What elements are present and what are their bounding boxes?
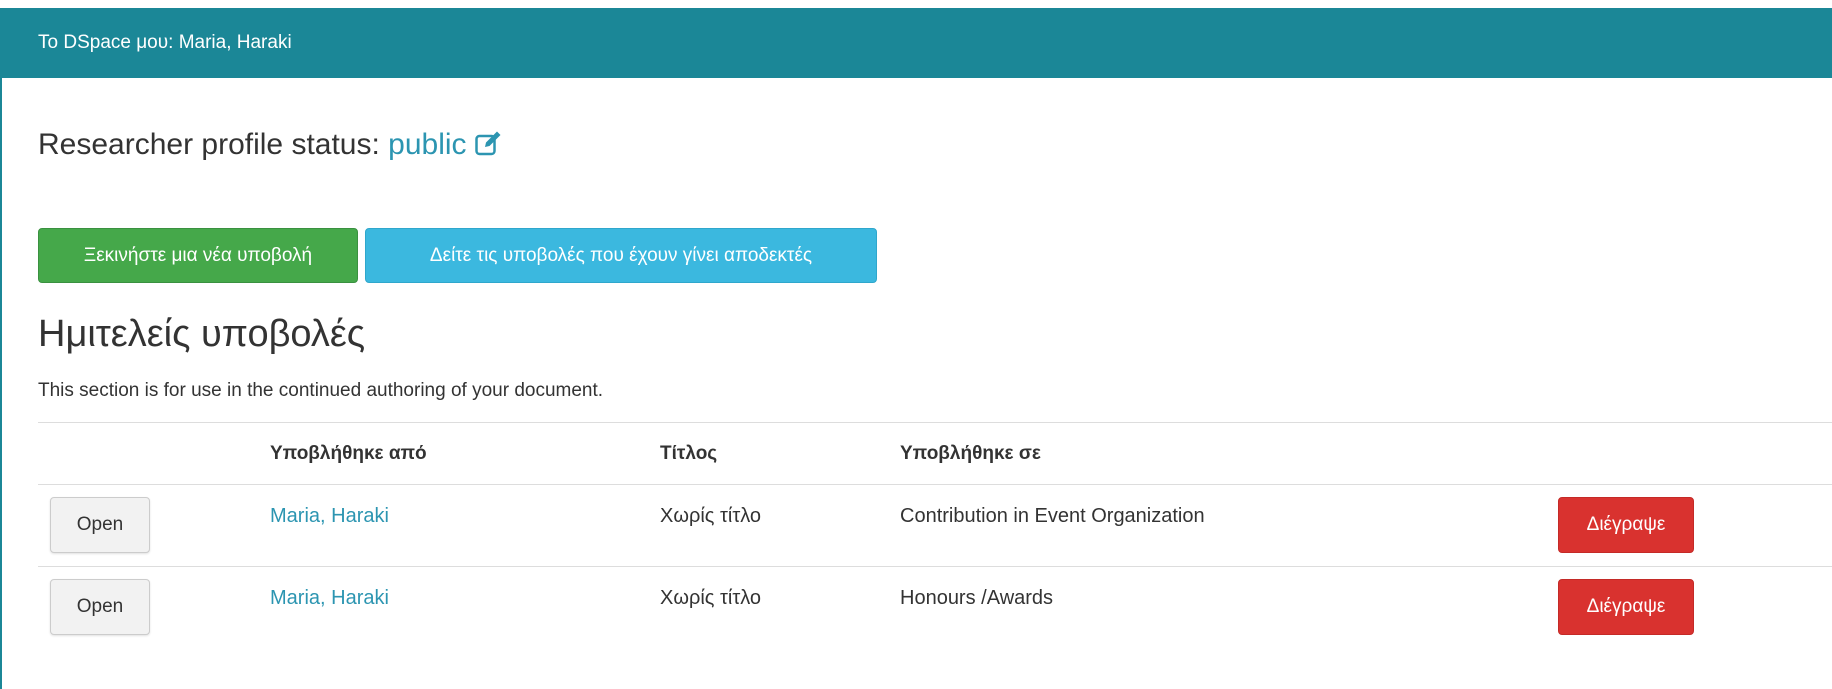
view-accepted-submissions-button[interactable]: Δείτε τις υποβολές που έχουν γίνει αποδε… bbox=[365, 228, 877, 283]
panel-heading: Το DSpace μου: Maria, Haraki bbox=[2, 8, 1832, 78]
delete-button[interactable]: Διέγραψε bbox=[1558, 579, 1694, 635]
open-button[interactable]: Open bbox=[50, 497, 150, 553]
item-title: Χωρίς τίτλο bbox=[660, 505, 762, 527]
start-new-submission-label: Ξεκινήστε μια νέα υποβολή bbox=[83, 244, 313, 266]
start-new-submission-button[interactable]: Ξεκινήστε μια νέα υποβολή bbox=[38, 228, 358, 283]
open-label: Open bbox=[76, 596, 124, 617]
open-button[interactable]: Open bbox=[50, 579, 150, 635]
profile-status-label: Researcher profile status: bbox=[38, 128, 380, 161]
header-submitted-by: Υποβλήθηκε από bbox=[270, 443, 427, 464]
table-row: Open Maria, Haraki Χωρίς τίτλο Contribut… bbox=[38, 484, 1832, 567]
panel-title: Το DSpace μου: Maria, Haraki bbox=[38, 32, 292, 53]
header-submitted-to: Υποβλήθηκε σε bbox=[900, 443, 1041, 464]
profile-status-value: public bbox=[388, 128, 467, 161]
open-label: Open bbox=[76, 514, 124, 535]
view-accepted-submissions-label: Δείτε τις υποβολές που έχουν γίνει αποδε… bbox=[429, 244, 813, 266]
delete-label: Διέγραψε bbox=[1586, 514, 1666, 535]
submitter-link[interactable]: Maria, Haraki bbox=[270, 587, 389, 610]
delete-label: Διέγραψε bbox=[1586, 596, 1666, 617]
header-title: Τίτλος bbox=[660, 443, 718, 464]
profile-status-link[interactable]: public bbox=[388, 128, 502, 161]
collection-name: Honours /Awards bbox=[900, 587, 1054, 609]
section-title: Ημιτελείς υποβολές bbox=[38, 313, 366, 355]
profile-status: Researcher profile status: public bbox=[38, 128, 503, 164]
table-row: Open Maria, Haraki Χωρίς τίτλο Honours /… bbox=[38, 566, 1832, 649]
mydspace-panel: Το DSpace μου: Maria, Haraki Researcher … bbox=[0, 8, 1832, 689]
section-description: This section is for use in the continued… bbox=[38, 380, 604, 401]
edit-icon bbox=[474, 130, 503, 164]
item-title: Χωρίς τίτλο bbox=[660, 587, 762, 609]
submitter-link[interactable]: Maria, Haraki bbox=[270, 505, 389, 528]
collection-name: Contribution in Event Organization bbox=[900, 505, 1205, 527]
table-header-row: Υποβλήθηκε από Τίτλος Υποβλήθηκε σε bbox=[38, 422, 1832, 485]
delete-button[interactable]: Διέγραψε bbox=[1558, 497, 1694, 553]
